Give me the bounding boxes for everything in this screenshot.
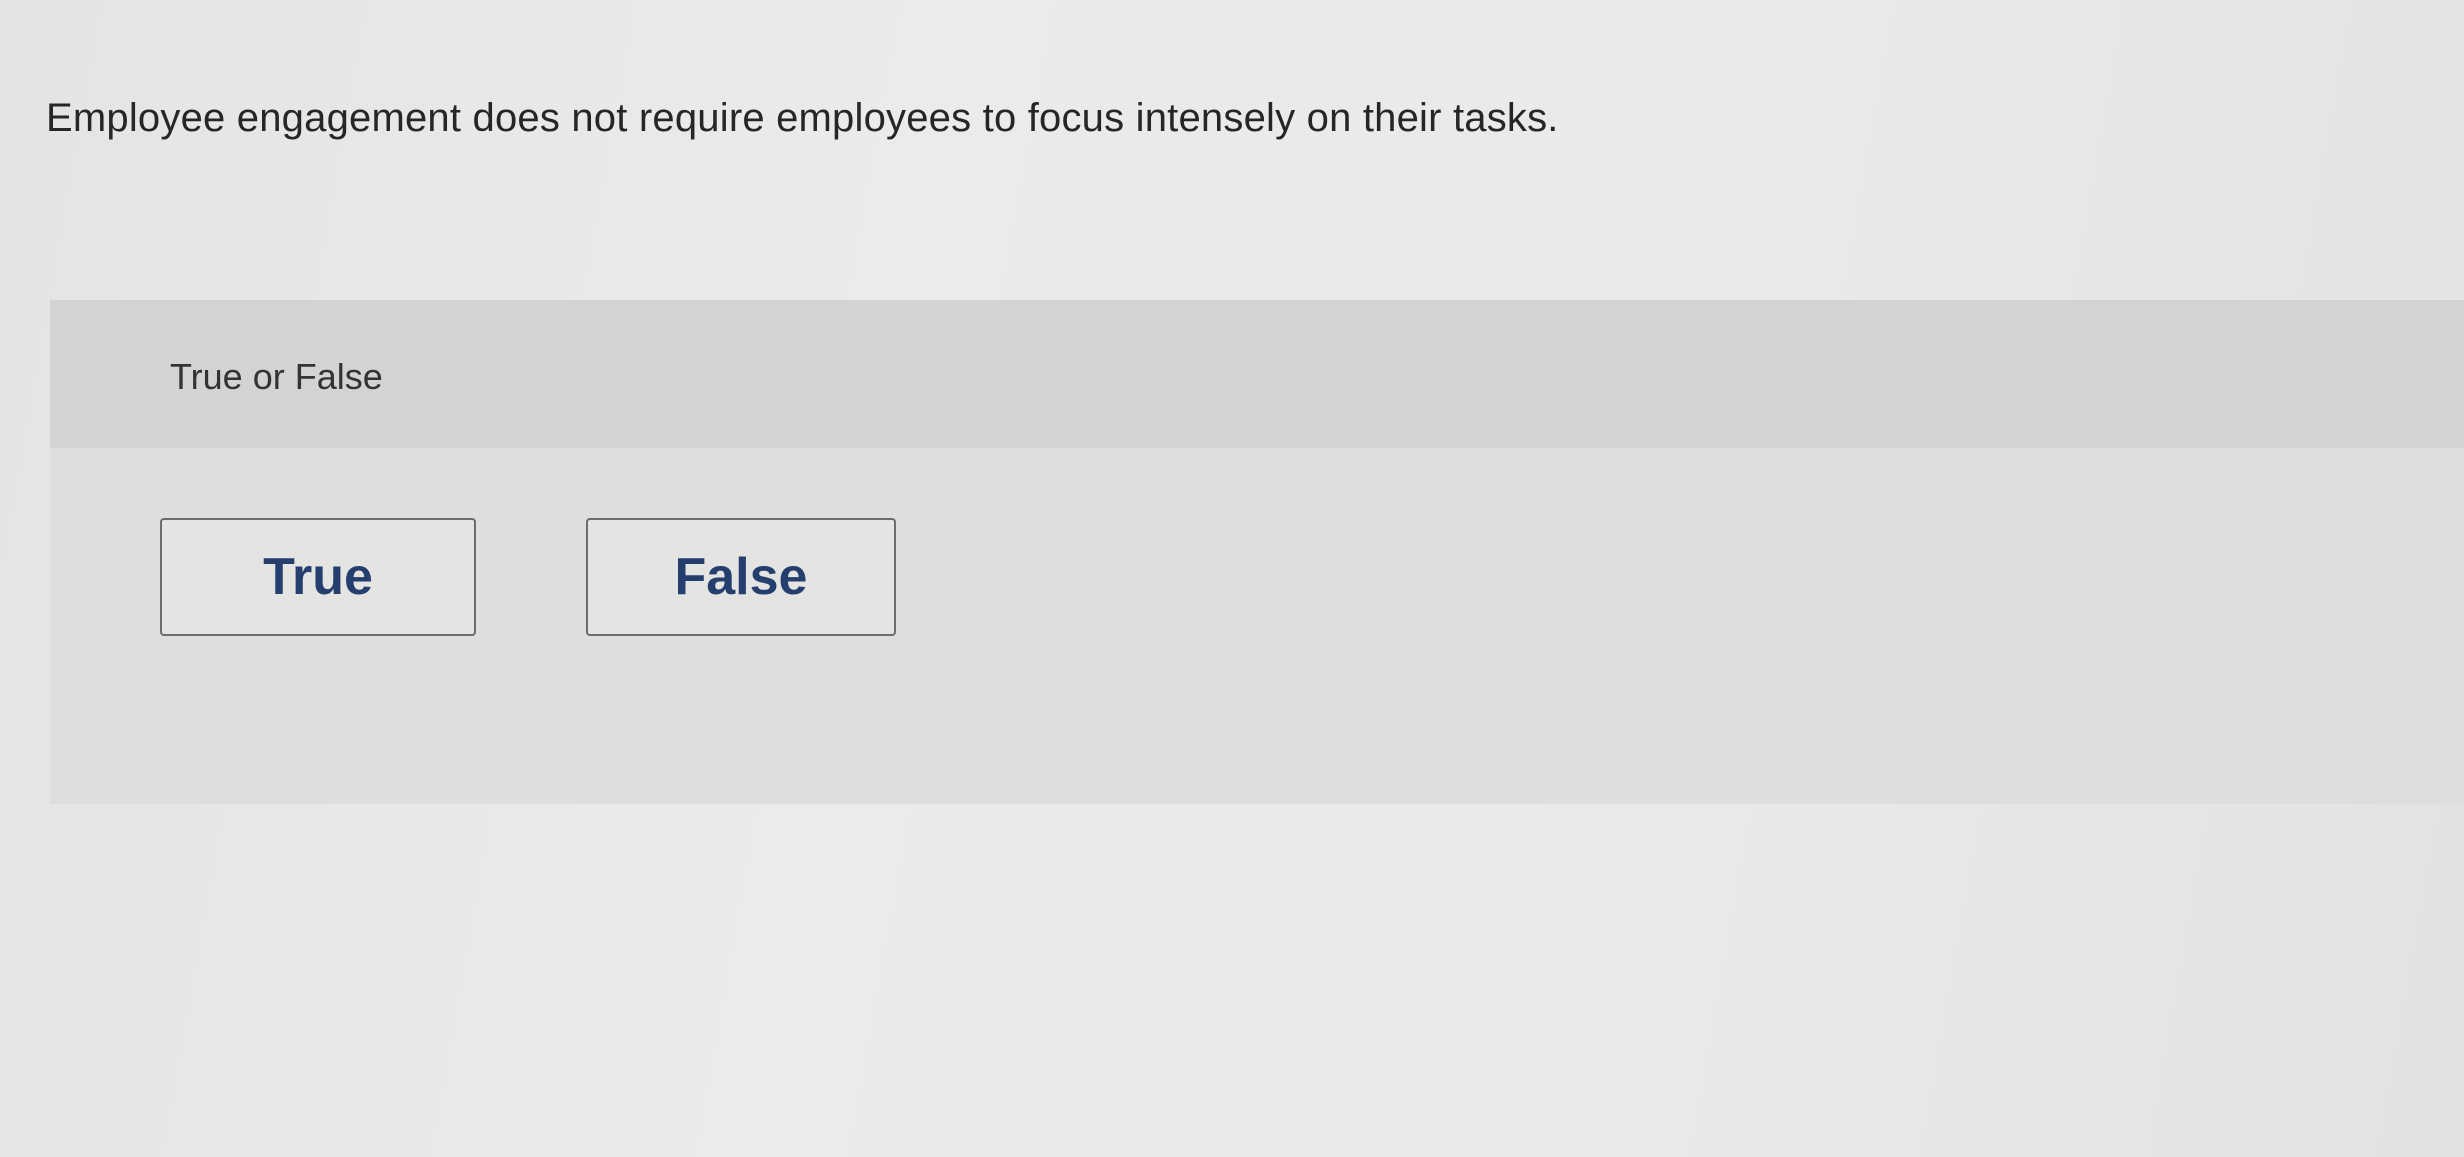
question-type-label: True or False xyxy=(170,356,383,397)
answer-panel: True or False True False xyxy=(50,300,2464,804)
false-button[interactable]: False xyxy=(586,518,896,636)
question-text: Employee engagement does not require emp… xyxy=(46,96,1559,140)
answer-panel-header: True or False xyxy=(50,300,2464,448)
true-button[interactable]: True xyxy=(160,518,476,636)
